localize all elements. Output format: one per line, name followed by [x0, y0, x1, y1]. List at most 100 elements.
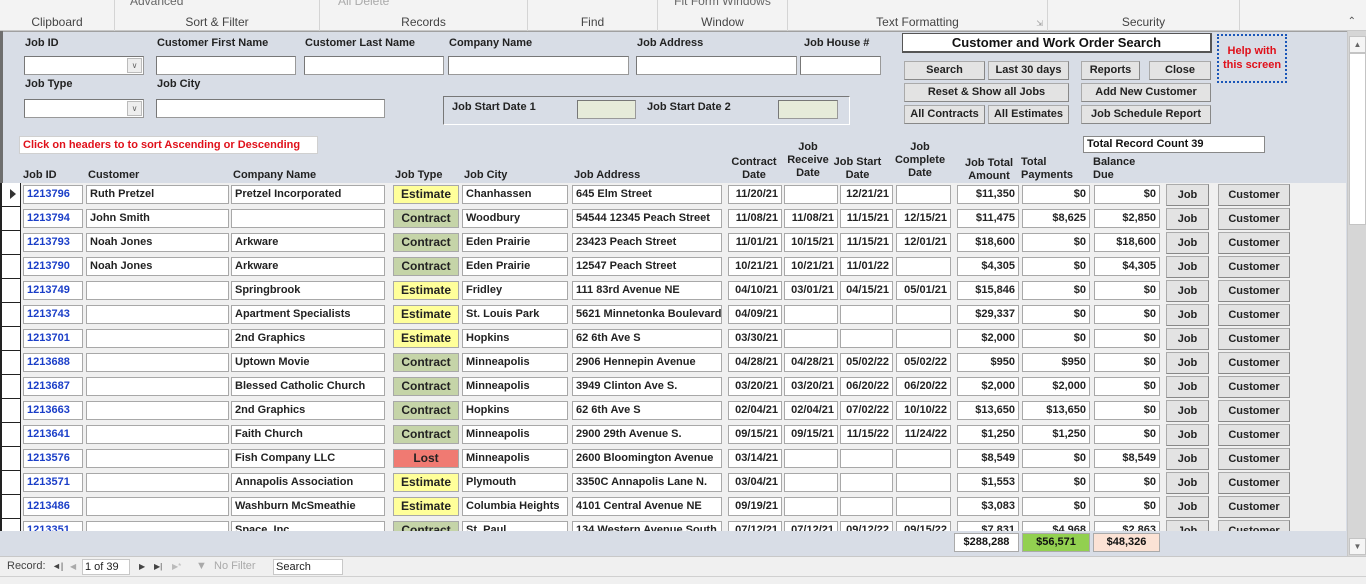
complete-date-cell[interactable]: 11/24/22 — [896, 425, 951, 444]
balance-due-cell[interactable]: $4,305 — [1094, 257, 1160, 276]
job-address-cell[interactable]: 12547 Peach Street — [572, 257, 722, 276]
last-30-days-button[interactable]: Last 30 days — [988, 61, 1069, 80]
open-job-button[interactable]: Job — [1166, 424, 1209, 446]
job-address-cell[interactable]: 2906 Hennepin Avenue — [572, 353, 722, 372]
table-row[interactable]: 1213687 Blessed Catholic Church Contract Mi… — [0, 375, 1346, 399]
receive-date-cell[interactable]: 07/12/21 — [784, 521, 838, 531]
header-job-city[interactable]: Job City — [464, 169, 507, 182]
complete-date-cell[interactable]: 09/15/22 — [896, 521, 951, 531]
complete-date-cell[interactable] — [896, 305, 951, 324]
all-contracts-button[interactable]: All Contracts — [904, 105, 985, 124]
first-record-icon[interactable]: ◄| — [52, 561, 63, 571]
contract-date-cell[interactable]: 03/14/21 — [728, 449, 782, 468]
total-amount-cell[interactable]: $18,600 — [957, 233, 1019, 252]
start-date-cell[interactable]: 11/01/22 — [840, 257, 893, 276]
contract-date-cell[interactable]: 09/19/21 — [728, 497, 782, 516]
total-payments-cell[interactable]: $0 — [1022, 305, 1090, 324]
search-input[interactable]: Search — [273, 559, 343, 575]
job-type-combo[interactable]: ∨ — [24, 99, 144, 118]
header-customer[interactable]: Customer — [88, 169, 139, 182]
job-id-cell[interactable]: 1213351 — [23, 521, 83, 531]
start-date-cell[interactable]: 12/21/21 — [840, 185, 893, 204]
header-job-id[interactable]: Job ID — [23, 169, 57, 182]
company-cell[interactable] — [231, 209, 385, 228]
customer-cell[interactable]: Ruth Pretzel — [86, 185, 229, 204]
receive-date-cell[interactable] — [784, 449, 838, 468]
job-address-cell[interactable]: 4101 Central Avenue NE — [572, 497, 722, 516]
company-cell[interactable]: Springbrook — [231, 281, 385, 300]
receive-date-cell[interactable]: 03/20/21 — [784, 377, 838, 396]
record-selector[interactable] — [0, 327, 21, 351]
job-address-cell[interactable]: 2600 Bloomington Avenue — [572, 449, 722, 468]
contract-date-cell[interactable]: 03/04/21 — [728, 473, 782, 492]
customer-cell[interactable] — [86, 401, 229, 420]
company-cell[interactable]: Uptown Movie — [231, 353, 385, 372]
contract-date-cell[interactable]: 07/12/21 — [728, 521, 782, 531]
job-id-cell[interactable]: 1213796 — [23, 185, 83, 204]
job-type-cell[interactable]: Contract — [393, 353, 459, 372]
scroll-down-icon[interactable]: ▼ — [1349, 538, 1366, 555]
job-type-cell[interactable]: Lost — [393, 449, 459, 468]
open-job-button[interactable]: Job — [1166, 304, 1209, 326]
job-city-cell[interactable]: St. Paul — [462, 521, 568, 531]
close-button[interactable]: Close — [1149, 61, 1211, 80]
open-customer-button[interactable]: Customer — [1218, 424, 1290, 446]
receive-date-cell[interactable] — [784, 497, 838, 516]
total-amount-cell[interactable]: $8,549 — [957, 449, 1019, 468]
help-button[interactable]: Help with this screen — [1217, 34, 1287, 83]
job-address-cell[interactable]: 54544 12345 Peach Street — [572, 209, 722, 228]
contract-date-cell[interactable]: 03/20/21 — [728, 377, 782, 396]
complete-date-cell[interactable] — [896, 329, 951, 348]
total-amount-cell[interactable]: $2,000 — [957, 377, 1019, 396]
customer-cell[interactable] — [86, 497, 229, 516]
job-id-cell[interactable]: 1213688 — [23, 353, 83, 372]
job-type-cell[interactable]: Estimate — [393, 329, 459, 348]
complete-date-cell[interactable]: 06/20/22 — [896, 377, 951, 396]
balance-due-cell[interactable]: $0 — [1094, 185, 1160, 204]
job-city-cell[interactable]: Minneapolis — [462, 353, 568, 372]
receive-date-cell[interactable] — [784, 185, 838, 204]
open-customer-button[interactable]: Customer — [1218, 256, 1290, 278]
open-customer-button[interactable]: Customer — [1218, 496, 1290, 518]
contract-date-cell[interactable]: 10/21/21 — [728, 257, 782, 276]
total-payments-cell[interactable]: $8,625 — [1022, 209, 1090, 228]
job-id-cell[interactable]: 1213794 — [23, 209, 83, 228]
job-id-cell[interactable]: 1213743 — [23, 305, 83, 324]
total-payments-cell[interactable]: $0 — [1022, 473, 1090, 492]
job-type-cell[interactable]: Contract — [393, 521, 459, 531]
previous-record-icon[interactable]: ◀ — [70, 562, 76, 571]
start-date-cell[interactable]: 11/15/21 — [840, 209, 893, 228]
balance-due-cell[interactable]: $18,600 — [1094, 233, 1160, 252]
job-type-cell[interactable]: Contract — [393, 209, 459, 228]
job-type-cell[interactable]: Contract — [393, 401, 459, 420]
open-job-button[interactable]: Job — [1166, 448, 1209, 470]
total-amount-cell[interactable]: $29,337 — [957, 305, 1019, 324]
open-job-button[interactable]: Job — [1166, 352, 1209, 374]
next-record-icon[interactable]: ▶ — [139, 562, 145, 571]
job-id-cell[interactable]: 1213571 — [23, 473, 83, 492]
total-amount-cell[interactable]: $950 — [957, 353, 1019, 372]
open-customer-button[interactable]: Customer — [1218, 208, 1290, 230]
balance-due-cell[interactable]: $0 — [1094, 281, 1160, 300]
last-name-field[interactable] — [304, 56, 444, 75]
receive-date-cell[interactable]: 09/15/21 — [784, 425, 838, 444]
total-payments-cell[interactable]: $1,250 — [1022, 425, 1090, 444]
chevron-down-icon[interactable]: ∨ — [127, 101, 142, 116]
job-id-cell[interactable]: 1213687 — [23, 377, 83, 396]
job-id-cell[interactable]: 1213663 — [23, 401, 83, 420]
company-cell[interactable]: Arkware — [231, 233, 385, 252]
complete-date-cell[interactable] — [896, 473, 951, 492]
customer-cell[interactable] — [86, 329, 229, 348]
record-selector[interactable] — [0, 447, 21, 471]
header-total-payments[interactable]: Total Payments — [1021, 156, 1081, 182]
start-date-cell[interactable] — [840, 329, 893, 348]
contract-date-cell[interactable]: 11/01/21 — [728, 233, 782, 252]
receive-date-cell[interactable]: 04/28/21 — [784, 353, 838, 372]
balance-due-cell[interactable]: $0 — [1094, 377, 1160, 396]
total-payments-cell[interactable]: $13,650 — [1022, 401, 1090, 420]
open-customer-button[interactable]: Customer — [1218, 232, 1290, 254]
first-name-field[interactable] — [156, 56, 296, 75]
job-city-cell[interactable]: Columbia Heights — [462, 497, 568, 516]
table-row[interactable]: 1213688 Uptown Movie Contract Minneapolis 29… — [0, 351, 1346, 375]
start-date-cell[interactable] — [840, 497, 893, 516]
